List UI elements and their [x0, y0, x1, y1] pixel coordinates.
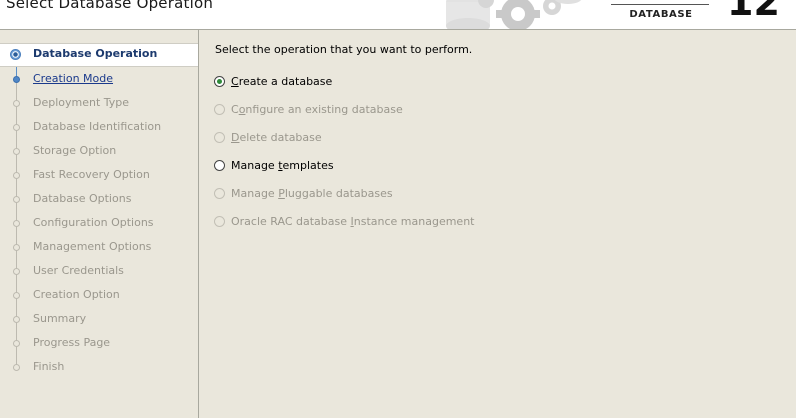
- database-gears-graphic: [446, 0, 582, 29]
- step-finish: Finish: [0, 356, 198, 380]
- option-text: luggable databases: [284, 187, 393, 200]
- option-prefix: Manage: [231, 159, 279, 172]
- step-label: Deployment Type: [33, 96, 130, 109]
- step-creation-option: Creation Option: [0, 284, 198, 308]
- instruction-text: Select the operation that you want to pe…: [215, 43, 473, 56]
- step-pending-icon: [13, 364, 20, 371]
- step-label: Finish: [33, 360, 65, 373]
- step-pending-icon: [13, 316, 20, 323]
- step-label: Configuration Options: [33, 216, 154, 229]
- option-label[interactable]: Manage templates: [231, 159, 334, 172]
- mnemonic: C: [231, 75, 239, 88]
- option-label: Manage Pluggable databases: [231, 187, 393, 200]
- radio-button: [214, 132, 225, 143]
- operation-content: Select the operation that you want to pe…: [199, 30, 796, 418]
- step-label: Database Identification: [33, 120, 162, 133]
- version-logo: 12c: [727, 0, 788, 21]
- brand-label: DATABASE: [629, 9, 693, 20]
- step-pending-icon: [13, 196, 20, 203]
- step-management-options: Management Options: [0, 236, 198, 260]
- step-label: Database Operation: [33, 47, 158, 60]
- step-database-options: Database Options: [0, 188, 198, 212]
- step-user-credentials: User Credentials: [0, 260, 198, 284]
- option-text: nstance management: [353, 215, 475, 228]
- step-visited-icon: [13, 76, 20, 83]
- step-pending-icon: [13, 244, 20, 251]
- option-label[interactable]: Create a database: [231, 75, 332, 88]
- step-label[interactable]: Creation Mode: [33, 72, 113, 85]
- brand-divider: [611, 4, 709, 5]
- step-storage-option: Storage Option: [0, 140, 198, 164]
- step-pending-icon: [13, 148, 20, 155]
- step-database-identification: Database Identification: [0, 116, 198, 140]
- step-pending-icon: [13, 340, 20, 347]
- mnemonic: P: [278, 187, 285, 200]
- step-fast-recovery-option: Fast Recovery Option: [0, 164, 198, 188]
- option-text: elete database: [239, 131, 322, 144]
- step-label: Storage Option: [33, 144, 117, 157]
- step-label: Management Options: [33, 240, 152, 253]
- steps-panel: Database Operation Creation Mode Deploym…: [0, 30, 199, 418]
- step-configuration-options: Configuration Options: [0, 212, 198, 236]
- option-text: nfigure an existing database: [245, 103, 403, 116]
- radio-button-selected[interactable]: [214, 76, 225, 87]
- step-summary: Summary: [0, 308, 198, 332]
- step-pending-icon: [13, 100, 20, 107]
- step-label: Creation Option: [33, 288, 120, 301]
- option-label: Delete database: [231, 131, 322, 144]
- option-label: Configure an existing database: [231, 103, 403, 116]
- radio-button: [214, 188, 225, 199]
- step-pending-icon: [13, 172, 20, 179]
- step-pending-icon: [13, 268, 20, 275]
- version-number: 12: [727, 0, 780, 24]
- step-label: Database Options: [33, 192, 132, 205]
- step-pending-icon: [13, 292, 20, 299]
- step-creation-mode[interactable]: Creation Mode: [0, 68, 198, 92]
- version-suffix: c: [781, 0, 788, 2]
- step-pending-icon: [13, 220, 20, 227]
- radio-button: [214, 216, 225, 227]
- step-label: Summary: [33, 312, 87, 325]
- header-banner: Select Database Operation DATABASE 12c: [0, 0, 796, 30]
- step-deployment-type: Deployment Type: [0, 92, 198, 116]
- option-label: Oracle RAC database Instance management: [231, 215, 474, 228]
- option-text: emplates: [282, 159, 334, 172]
- option-prefix: Manage: [231, 187, 279, 200]
- step-label: User Credentials: [33, 264, 124, 277]
- option-prefix: C: [231, 103, 239, 116]
- step-label: Progress Page: [33, 336, 111, 349]
- option-prefix: Oracle RAC database: [231, 215, 351, 228]
- option-text: reate a database: [238, 75, 333, 88]
- step-database-operation[interactable]: Database Operation: [0, 43, 198, 67]
- page-title: Select Database Operation: [6, 0, 214, 12]
- step-pending-icon: [13, 124, 20, 131]
- radio-button[interactable]: [214, 160, 225, 171]
- step-current-icon: [10, 49, 21, 60]
- radio-button: [214, 104, 225, 115]
- step-progress-page: Progress Page: [0, 332, 198, 356]
- step-label: Fast Recovery Option: [33, 168, 150, 181]
